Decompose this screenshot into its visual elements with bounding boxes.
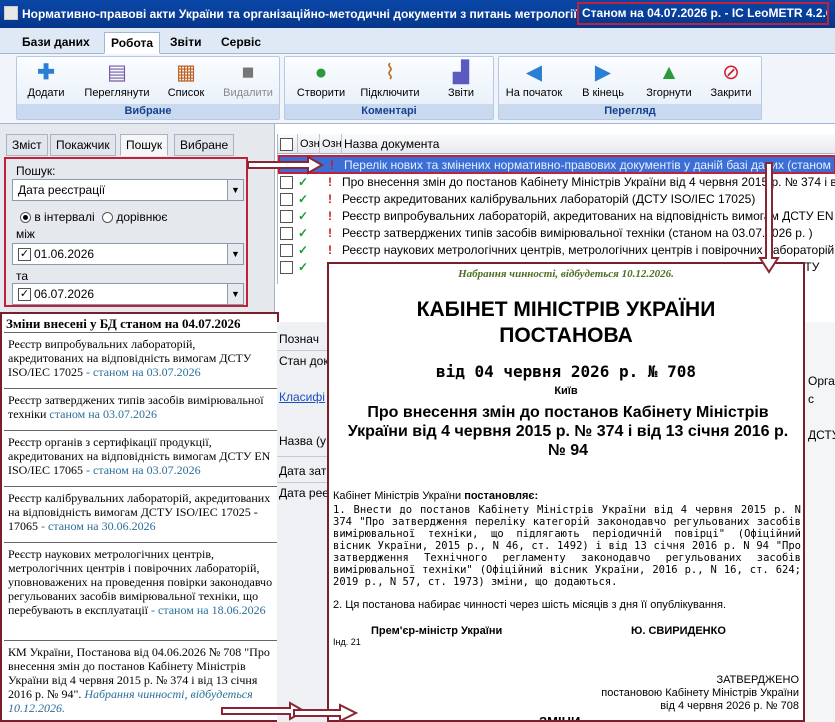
arrow-search-to-row	[247, 155, 325, 175]
arrow-row-to-doc	[758, 162, 780, 274]
arrow-changes-to-doc	[221, 701, 307, 721]
arrow-to-doc	[293, 703, 359, 722]
annotation-arrows	[221, 155, 780, 722]
